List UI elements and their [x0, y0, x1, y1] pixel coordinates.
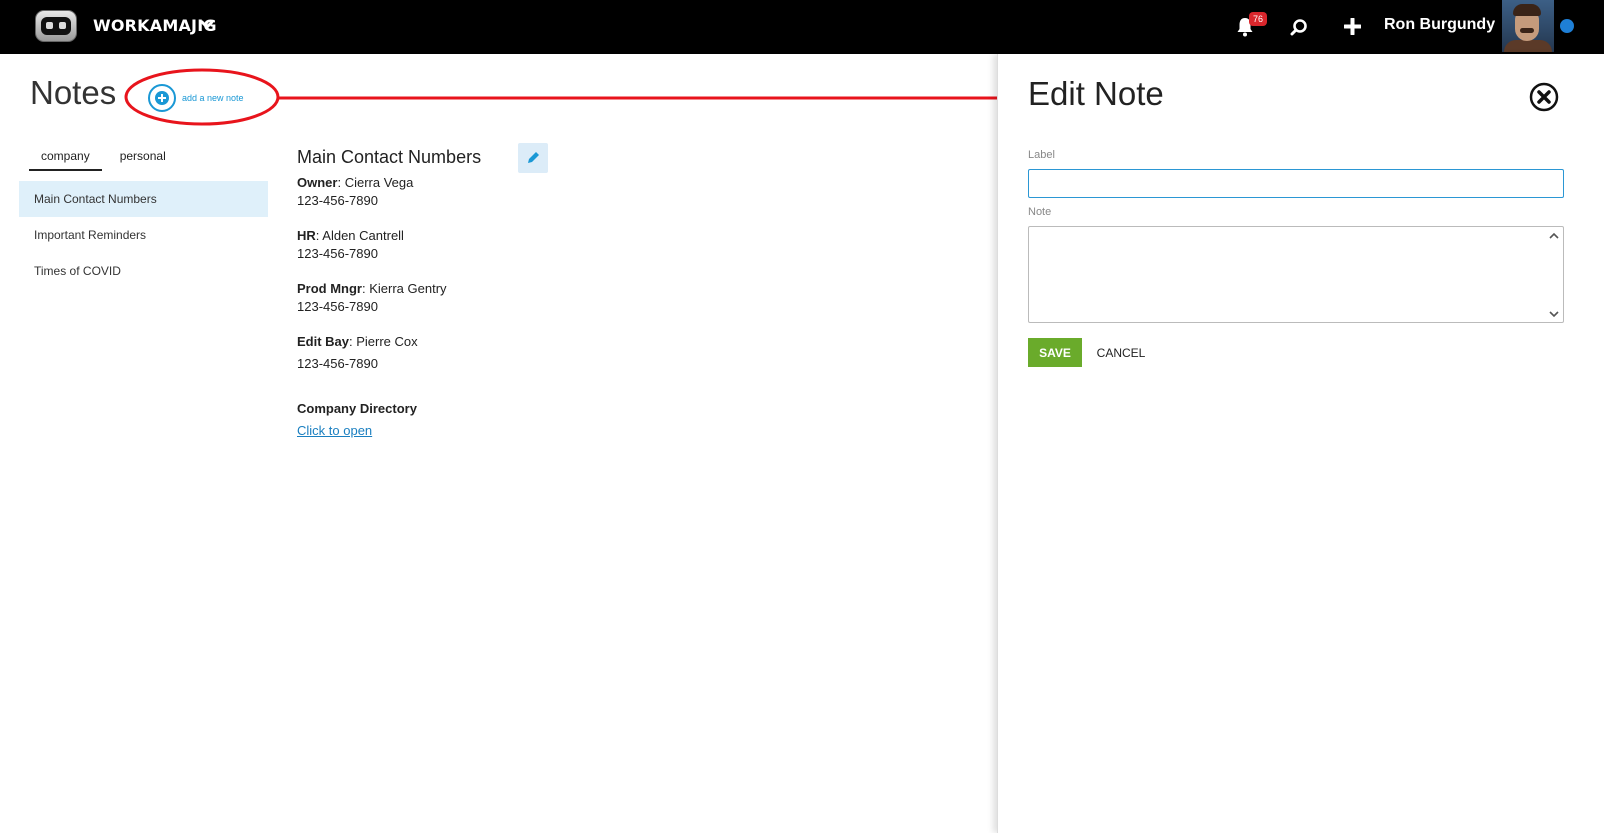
entry-owner: Owner: Cierra Vega	[297, 175, 414, 190]
top-bar: WORKAMAJIG 76 Ron Burgundy	[0, 0, 1604, 54]
entry-prod-mngr-phone: 123-456-7890	[297, 299, 378, 314]
add-circle-icon	[148, 84, 176, 112]
page-title: Notes	[30, 74, 117, 111]
note-textarea[interactable]	[1028, 226, 1564, 323]
entry-prod-mngr: Prod Mngr: Kierra Gentry	[297, 281, 447, 296]
notification-badge: 76	[1249, 12, 1267, 26]
panel-title: Edit Note	[1028, 75, 1164, 112]
list-item-important-reminders[interactable]: Important Reminders	[19, 217, 268, 253]
tab-personal[interactable]: personal	[108, 146, 178, 171]
brand-name[interactable]: WORKAMAJIG	[93, 16, 217, 35]
scroll-up-icon[interactable]	[1548, 230, 1560, 242]
add-new-note-label: add a new note	[182, 93, 244, 103]
chevron-down-icon[interactable]	[200, 20, 214, 30]
note-list: Main Contact Numbers Important Reminders…	[19, 181, 268, 289]
entry-edit-bay-phone: 123-456-7890	[297, 356, 378, 371]
pencil-icon	[528, 152, 539, 163]
avatar[interactable]	[1502, 0, 1554, 52]
edit-note-panel: Edit Note Label Note SAVE CANCEL	[997, 54, 1604, 833]
note-title: Main Contact Numbers	[297, 147, 482, 167]
close-icon[interactable]	[1529, 82, 1559, 112]
add-new-note-button[interactable]: add a new note	[148, 83, 244, 113]
scroll-down-icon[interactable]	[1548, 308, 1560, 320]
plus-icon[interactable]	[1344, 18, 1361, 35]
user-name[interactable]: Ron Burgundy	[1384, 16, 1495, 34]
entry-hr: HR: Alden Cantrell	[297, 228, 404, 243]
status-dot	[1560, 19, 1574, 33]
cancel-button[interactable]: CANCEL	[1094, 338, 1148, 367]
label-input[interactable]	[1028, 169, 1564, 198]
edit-note-button[interactable]	[518, 143, 548, 173]
entry-owner-phone: 123-456-7890	[297, 193, 378, 208]
entry-hr-phone: 123-456-7890	[297, 246, 378, 261]
company-directory-label: Company Directory	[297, 401, 417, 416]
list-item-times-of-covid[interactable]: Times of COVID	[19, 253, 268, 289]
note-tabs: company personal	[29, 146, 178, 171]
company-directory-link[interactable]: Click to open	[297, 423, 372, 438]
tab-company[interactable]: company	[29, 146, 102, 171]
logo-icon[interactable]	[35, 10, 77, 42]
label-field-label: Label	[1028, 149, 1055, 161]
search-icon[interactable]	[1290, 18, 1308, 36]
entry-edit-bay: Edit Bay: Pierre Cox	[297, 334, 418, 349]
list-item-main-contact-numbers[interactable]: Main Contact Numbers	[19, 181, 268, 217]
note-field-label: Note	[1028, 206, 1052, 218]
save-button[interactable]: SAVE	[1028, 338, 1082, 367]
